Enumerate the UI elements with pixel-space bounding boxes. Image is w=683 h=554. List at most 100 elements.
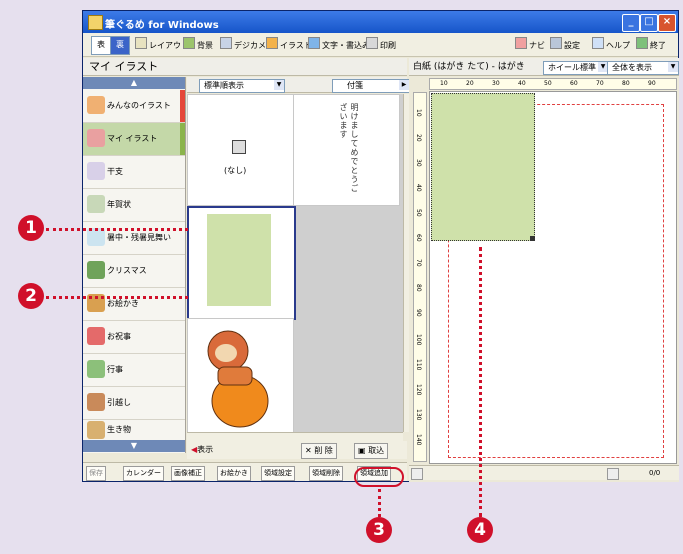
show-button[interactable]: ◀表示 [191,444,213,455]
ruler-v-tick: 140 [415,434,422,446]
delete-label: 削 除 [314,446,333,455]
zoom-value: 全体を表示 [612,63,652,72]
grid-horizontal-scrollbar[interactable] [187,432,403,441]
callout-2: 2 [18,283,44,309]
navi-icon [515,37,527,49]
ruler-h-tick: 70 [596,80,604,87]
category-minna[interactable]: みんなのイラスト [83,90,185,123]
celebration-icon [87,327,105,345]
none-icon [232,140,246,154]
settings-button[interactable]: 設定 [550,37,580,53]
category-gyoji[interactable]: 行事 [83,354,185,387]
tree-icon [87,261,105,279]
zodiac-icon [87,162,105,180]
none-label: (なし) [224,166,247,175]
text-label: 文字・書込み [322,41,370,50]
background-icon [183,37,195,49]
category-label: 引越し [107,398,131,407]
sidebar-scroll-up[interactable]: ▲ [83,77,185,89]
print-button[interactable]: 印刷 [366,37,396,53]
category-shochu[interactable]: 暑中・残暑見舞い [83,222,185,255]
area-settings-button[interactable]: 領域設定 [261,466,295,481]
text-button[interactable]: 文字・書込み [308,37,370,53]
preview-bottom-bar: 0/0 [409,465,679,480]
import-label: 取込 [368,446,385,455]
monkey-illustration [207,330,269,428]
camera-icon [220,37,232,49]
category-hikkoshi[interactable]: 引越し [83,387,185,420]
zoom-select[interactable]: 全体を表示 ▼ [607,61,679,75]
callout-1-leader [46,228,188,231]
category-label: 年賀状 [107,200,131,209]
grid-cell-none[interactable]: (なし) [187,94,294,206]
calendar-button[interactable]: カレンダー [123,466,164,481]
category-oekaki[interactable]: お絵かき [83,288,185,321]
save-button[interactable]: 保存 [86,466,106,481]
callout-1: 1 [18,215,44,241]
category-oiwai[interactable]: お祝事 [83,321,185,354]
title-bar: 筆ぐるめ for Windows _ □ × [83,11,678,33]
placed-illustration-area[interactable] [431,93,535,241]
maximize-button[interactable]: □ [640,14,658,32]
grid-cell-poem[interactable]: 明けましてめでとうございます [293,94,400,206]
ruler-v-tick: 10 [415,109,422,117]
event-icon [87,360,105,378]
layout-icon [135,37,147,49]
text-icon [308,37,320,49]
grid-cell-green-selected[interactable] [187,206,296,320]
category-color-band [180,123,185,155]
digicam-button[interactable]: デジカメ [220,37,266,53]
ruler-h-tick: 60 [570,80,578,87]
navi-button[interactable]: ナビ [515,37,545,53]
show-label: 表示 [197,445,214,454]
close-button[interactable]: × [658,14,676,32]
category-ikimono[interactable]: 生き物 [83,420,185,441]
category-christmas[interactable]: クリスマス [83,255,185,288]
trash-icon: ✕ [305,446,315,455]
tag-select[interactable]: 付箋 ▶ [332,79,410,93]
help-label: ヘルプ [606,41,630,50]
sidebar-scroll-down[interactable]: ▼ [83,440,185,452]
resize-handle[interactable] [530,236,535,241]
page-nav-button[interactable] [607,468,619,480]
newyear-icon [87,195,105,213]
illustration-button[interactable]: イラスト [266,37,312,53]
import-button[interactable]: ▣ 取込 [354,443,389,459]
vertical-ruler: 10 20 30 40 50 60 70 80 90 100 110 120 130 140 [413,92,427,462]
callout-2-leader [46,296,188,299]
postcard-canvas[interactable] [429,91,677,464]
sort-select[interactable]: 標準順表示 ▼ [199,79,285,93]
back-side-tab[interactable]: 裏 [110,36,130,55]
exit-label: 終了 [650,41,666,50]
grid-cell-monkey[interactable] [187,318,294,434]
ruler-v-tick: 120 [415,384,422,396]
app-icon [88,15,103,30]
help-button[interactable]: ヘルプ [592,37,630,53]
import-icon: ▣ [358,446,369,455]
grid-header: 標準順表示 ▼ 付箋 ▶ [187,77,410,93]
front-side-tab[interactable]: 表 [91,36,111,55]
ruler-v-tick: 30 [415,159,422,167]
ruler-v-tick: 70 [415,259,422,267]
background-button[interactable]: 背景 [183,37,213,53]
callout-3: 3 [366,517,392,543]
green-card-thumbnail [207,214,271,306]
settings-label: 設定 [564,41,580,50]
category-eto[interactable]: 干支 [83,156,185,189]
delete-button[interactable]: ✕ 削 除 [301,443,337,459]
area-delete-button[interactable]: 領域削除 [309,466,343,481]
ruler-v-tick: 110 [415,359,422,371]
category-my-illust[interactable]: マイ イラスト [83,123,185,156]
image-correct-button[interactable]: 画像補正 [171,466,205,481]
greeting-text: 明けましてめでとうございます [339,103,359,193]
wheel-mode-select[interactable]: ホイール標準 ▼ [543,61,609,75]
area-add-highlight [354,467,404,487]
exit-button[interactable]: 終了 [636,37,666,53]
layout-button[interactable]: レイアウト [135,37,189,53]
category-nengajo[interactable]: 年賀状 [83,189,185,222]
scroll-left-button[interactable] [411,468,423,480]
minimize-button[interactable]: _ [622,14,640,32]
oekaki-button[interactable]: お絵かき [217,466,251,481]
category-label: お祝事 [107,332,131,341]
callout-4: 4 [467,517,493,543]
